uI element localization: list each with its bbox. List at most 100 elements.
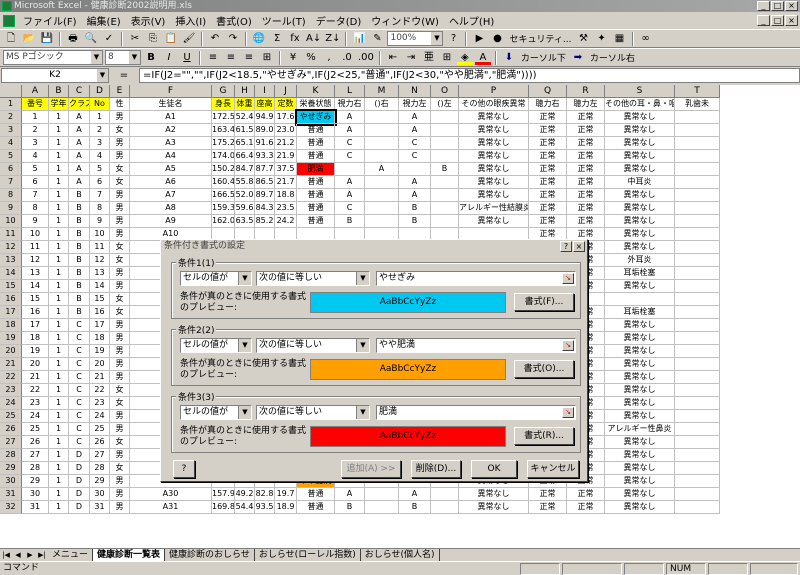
cell[interactable]: 男: [110, 189, 130, 202]
maximize-button[interactable]: □: [771, 1, 784, 11]
range-select-icon[interactable]: ↘: [562, 273, 574, 284]
cell[interactable]: 18.9: [275, 501, 297, 514]
cell[interactable]: 21: [22, 371, 49, 384]
cell[interactable]: 異常なし: [605, 345, 675, 358]
cell[interactable]: 31: [90, 501, 110, 514]
cell[interactable]: 正常: [529, 176, 567, 189]
cell[interactable]: [675, 150, 720, 163]
column-header[interactable]: Q: [529, 85, 567, 98]
print-icon[interactable]: 🖶: [65, 31, 81, 46]
cell[interactable]: アレルギー性結膜炎: [459, 202, 529, 215]
cell[interactable]: B: [69, 280, 90, 293]
cell[interactable]: A9: [130, 215, 212, 228]
menu-item[interactable]: 表示(V): [126, 13, 171, 28]
cell[interactable]: B: [69, 202, 90, 215]
workbook-icon[interactable]: [3, 14, 15, 27]
cell[interactable]: 12: [22, 254, 49, 267]
cell[interactable]: 63.5: [235, 215, 255, 228]
cell[interactable]: C: [335, 150, 365, 163]
cell[interactable]: 160.4: [212, 176, 235, 189]
workbook-restore-button[interactable]: □: [771, 15, 784, 26]
cell[interactable]: 正常: [567, 488, 605, 501]
cell[interactable]: C: [69, 332, 90, 345]
cell[interactable]: 26: [22, 436, 49, 449]
cell[interactable]: 異常なし: [459, 501, 529, 514]
record-icon[interactable]: ●: [489, 31, 505, 46]
format-button[interactable]: 書式(F)...: [514, 293, 574, 311]
cell[interactable]: [431, 137, 459, 150]
cell[interactable]: 19: [90, 345, 110, 358]
cell[interactable]: 外耳炎: [605, 254, 675, 267]
row-header[interactable]: 17: [0, 306, 22, 319]
cell[interactable]: 172.5: [212, 111, 235, 124]
cell[interactable]: D: [69, 449, 90, 462]
cell[interactable]: [605, 293, 675, 306]
column-header[interactable]: C: [69, 85, 90, 98]
header-cell[interactable]: 乳歯未: [675, 98, 720, 111]
cell[interactable]: 11: [90, 241, 110, 254]
column-header[interactable]: N: [399, 85, 431, 98]
cell[interactable]: [675, 280, 720, 293]
drawing-icon[interactable]: ✎: [369, 31, 385, 46]
next-sheet-icon[interactable]: ▶: [24, 551, 36, 559]
cell[interactable]: 普通: [297, 501, 335, 514]
cell[interactable]: 87.7: [255, 163, 275, 176]
cell[interactable]: 15: [22, 293, 49, 306]
cell[interactable]: A: [399, 111, 431, 124]
cell[interactable]: 異常なし: [459, 189, 529, 202]
row-header[interactable]: [0, 85, 22, 98]
cell[interactable]: 13: [22, 267, 49, 280]
menu-item[interactable]: ウィンドウ(W): [366, 13, 444, 28]
cell[interactable]: 正常: [529, 189, 567, 202]
sheet-tab[interactable]: 健康診断のおしらせ: [165, 549, 255, 561]
cell[interactable]: D: [69, 475, 90, 488]
header-cell[interactable]: ()右: [365, 98, 399, 111]
cell[interactable]: 女: [110, 293, 130, 306]
column-header[interactable]: R: [567, 85, 605, 98]
cell[interactable]: 1: [49, 501, 69, 514]
cell[interactable]: 10: [22, 228, 49, 241]
cell[interactable]: B: [69, 306, 90, 319]
header-cell[interactable]: 視力右: [335, 98, 365, 111]
cell[interactable]: 1: [49, 462, 69, 475]
cell[interactable]: 正常: [529, 163, 567, 176]
cell[interactable]: 異常なし: [605, 228, 675, 241]
cell[interactable]: C: [69, 358, 90, 371]
cell[interactable]: [675, 293, 720, 306]
cell[interactable]: 男: [110, 150, 130, 163]
cell[interactable]: 女: [110, 176, 130, 189]
cell[interactable]: B: [69, 228, 90, 241]
cell[interactable]: C: [399, 137, 431, 150]
cell[interactable]: 1: [22, 111, 49, 124]
cell[interactable]: 59.6: [235, 202, 255, 215]
cell[interactable]: 正常: [567, 150, 605, 163]
cell[interactable]: A: [69, 111, 90, 124]
row-header[interactable]: 19: [0, 332, 22, 345]
column-header[interactable]: T: [675, 85, 720, 98]
cell[interactable]: 1: [49, 267, 69, 280]
cell[interactable]: 男: [110, 111, 130, 124]
bold-button[interactable]: B: [143, 50, 159, 65]
menu-item[interactable]: ファイル(F): [18, 13, 82, 28]
row-header[interactable]: 14: [0, 267, 22, 280]
cell[interactable]: 異常なし: [605, 410, 675, 423]
cell[interactable]: 異常なし: [605, 475, 675, 488]
cell[interactable]: 1: [49, 124, 69, 137]
decrease-indent-icon[interactable]: ⇤: [385, 50, 401, 65]
header-cell[interactable]: ()左: [431, 98, 459, 111]
cell[interactable]: 男: [110, 358, 130, 371]
cell[interactable]: 普通: [297, 202, 335, 215]
cell[interactable]: 男: [110, 475, 130, 488]
sort-asc-icon[interactable]: A↓: [305, 31, 322, 46]
cell[interactable]: B: [69, 293, 90, 306]
cell[interactable]: 異常なし: [459, 124, 529, 137]
cell[interactable]: 150.2: [212, 163, 235, 176]
cell[interactable]: 1: [49, 384, 69, 397]
cell[interactable]: 22: [22, 384, 49, 397]
cell[interactable]: 正常: [567, 176, 605, 189]
cell[interactable]: 女: [110, 462, 130, 475]
cell[interactable]: 異常なし: [459, 137, 529, 150]
cell[interactable]: 20: [22, 358, 49, 371]
cell[interactable]: 1: [49, 410, 69, 423]
cell[interactable]: 30: [22, 488, 49, 501]
